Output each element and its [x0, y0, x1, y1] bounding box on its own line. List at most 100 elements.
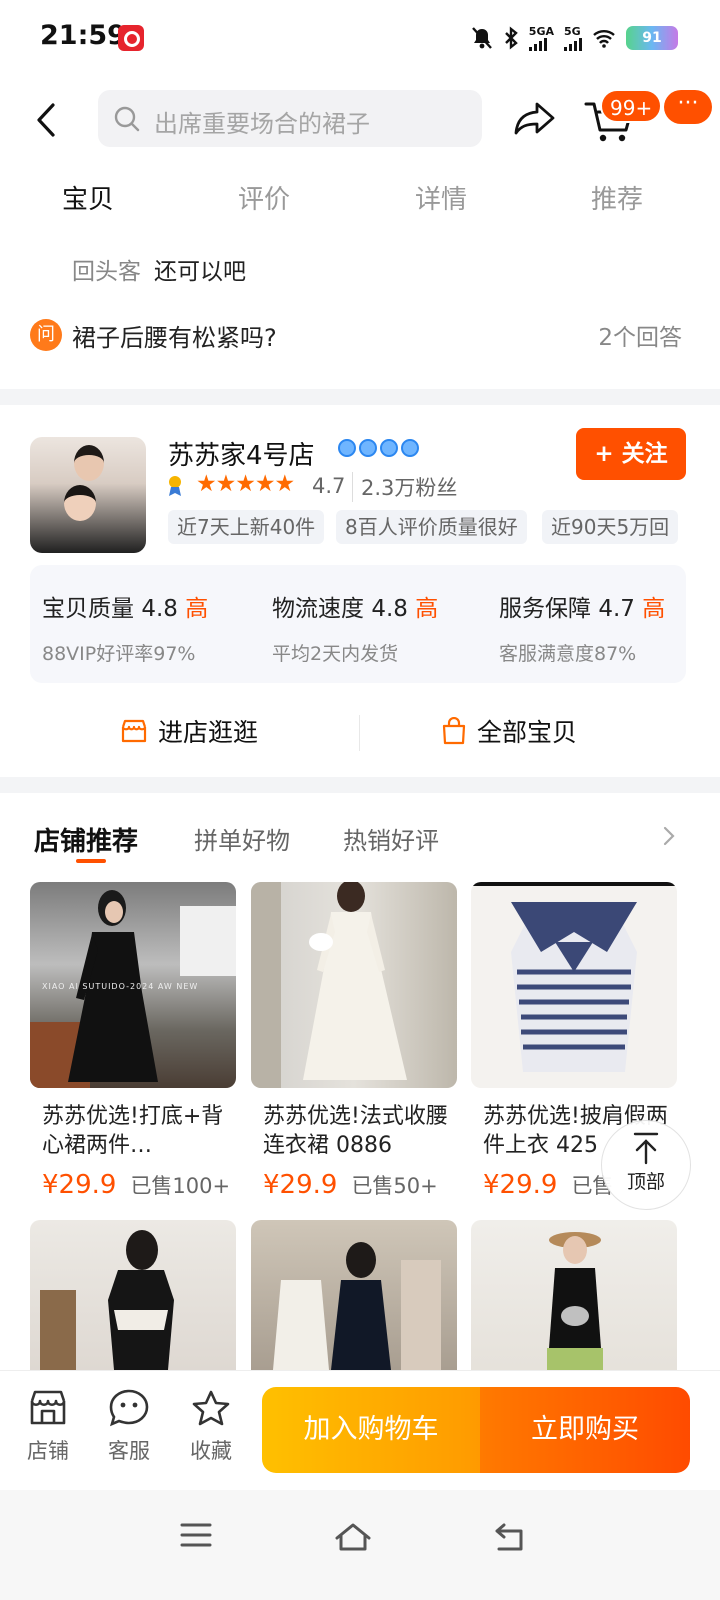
more-menu-button[interactable]: ··· — [664, 90, 712, 124]
battery-icon: 91 — [626, 26, 678, 50]
status-bar: 21:59 5GA 5G 91 — [0, 0, 720, 78]
back-to-top-button[interactable]: 顶部 — [601, 1120, 691, 1210]
product-price: ¥29.9 — [42, 1170, 117, 1200]
qa-question[interactable]: 裙子后腰有松紧吗? — [72, 318, 277, 353]
shop-score-panel: 宝贝质量 4.8 高 88VIP好评率97% 物流速度 4.8 高 平均2天内发… — [30, 565, 686, 683]
mute-icon — [471, 27, 492, 49]
product-sold: 已售50+ — [351, 1174, 438, 1198]
arrow-up-icon — [633, 1132, 659, 1165]
shop-card: 苏苏家4号店 ★★★★★ 4.7 2.3万粉丝 + 关注 近7天上新40件 8百… — [0, 405, 720, 777]
shop-name[interactable]: 苏苏家4号店 — [168, 435, 315, 472]
review-section: 回头客 还可以吧 问 裙子后腰有松紧吗? 2个回答 — [0, 231, 720, 389]
score-value: 4.8 — [141, 596, 178, 622]
signal-5g: 5G — [564, 25, 582, 51]
score-value: 4.7 — [598, 596, 635, 622]
rec-tab-group[interactable]: 拼单好物 — [194, 821, 290, 856]
rating-stars-icon: ★★★★★ — [196, 471, 295, 497]
score-level: 高 — [642, 596, 666, 622]
shopping-bag-icon — [442, 717, 466, 745]
favorite-button[interactable]: 收藏 — [181, 1389, 241, 1465]
customer-service-button[interactable]: 客服 — [99, 1389, 159, 1465]
score-level: 高 — [185, 596, 209, 622]
store-icon — [30, 1390, 66, 1425]
shop-tags: 近7天上新40件 8百人评价质量很好 近90天5万回 — [168, 510, 688, 546]
qa-answer-count[interactable]: 2个回答 — [598, 318, 682, 352]
buy-now-button[interactable]: 立即购买 — [480, 1387, 690, 1473]
score-title: 服务保障 — [499, 596, 591, 622]
status-icons: 5GA 5G 91 — [471, 23, 678, 53]
detail-tabs: 宝贝 评价 详情 推荐 — [0, 163, 720, 231]
menu-icon[interactable] — [180, 1522, 212, 1548]
enter-shop-button[interactable]: 进店逛逛 — [120, 713, 258, 749]
store-label: 店铺 — [27, 1439, 69, 1463]
crown-level-icon — [338, 439, 419, 457]
network-label-1: 5GA — [528, 25, 554, 38]
product-image: XIAO AI SUTUIDO-2024 AW NEW — [30, 882, 236, 1088]
network-label-2: 5G — [564, 25, 581, 38]
wifi-icon — [593, 30, 615, 48]
shop-avatar[interactable] — [30, 437, 146, 553]
tab-details[interactable]: 详情 — [415, 179, 467, 216]
product-title: 苏苏优选!法式收腰连衣裙 0886 — [263, 1104, 448, 1158]
score-quality: 宝贝质量 4.8 高 88VIP好评率97% — [42, 589, 208, 666]
favorite-label: 收藏 — [190, 1439, 232, 1463]
all-items-label: 全部宝贝 — [477, 718, 578, 747]
bottom-action-bar: 店铺 客服 收藏 加入购物车 立即购买 — [0, 1370, 720, 1490]
shop-tag: 近90天5万回 — [542, 510, 679, 544]
tab-item[interactable]: 宝贝 — [62, 179, 114, 216]
status-time: 21:59 — [40, 20, 126, 51]
tab-recommend[interactable]: 推荐 — [591, 179, 643, 216]
follow-button[interactable]: + 关注 — [576, 428, 686, 480]
system-navigation-bar — [0, 1490, 720, 1600]
back-to-top-label: 顶部 — [626, 1171, 665, 1193]
recommend-section: 店铺推荐 拼单好物 热销好评 XIAO AI SUTUIDO-2024 AW N… — [0, 793, 720, 1426]
signal-icon — [528, 38, 554, 51]
search-bar[interactable]: 出席重要场合的裙子 — [98, 90, 482, 147]
enter-shop-label: 进店逛逛 — [158, 718, 259, 747]
shop-actions: 进店逛逛 全部宝贝 — [0, 705, 720, 761]
store-button[interactable]: 店铺 — [18, 1389, 78, 1465]
tab-reviews[interactable]: 评价 — [238, 179, 290, 216]
score-title: 宝贝质量 — [42, 596, 134, 622]
score-sub: 平均2天内发货 — [272, 643, 399, 665]
shop-fans: 2.3万粉丝 — [352, 472, 457, 502]
score-service: 服务保障 4.7 高 客服满意度87% — [499, 589, 665, 666]
score-sub: 客服满意度87% — [499, 643, 637, 665]
search-placeholder: 出席重要场合的裙子 — [154, 110, 370, 138]
chat-face-icon — [109, 1389, 149, 1427]
rec-tab-shop[interactable]: 店铺推荐 — [34, 821, 138, 858]
review-badge: 回头客 — [72, 259, 141, 285]
product-price: ¥29.9 — [263, 1170, 338, 1200]
score-sub: 88VIP好评率97% — [42, 643, 196, 665]
add-to-cart-button[interactable]: 加入购物车 — [262, 1387, 480, 1473]
score-value: 4.8 — [371, 596, 408, 622]
shop-tag: 近7天上新40件 — [168, 510, 325, 544]
cart-count-badge: 99+ — [600, 89, 663, 123]
score-title: 物流速度 — [272, 596, 364, 622]
bluetooth-icon — [504, 26, 518, 50]
image-watermark: XIAO AI SUTUIDO-2024 AW NEW — [42, 982, 199, 991]
product-card[interactable]: 苏苏优选!法式收腰连衣裙 0886 ¥29.9 已售50+ — [251, 882, 457, 1200]
product-sold: 已售100+ — [130, 1174, 231, 1198]
rec-tab-hot[interactable]: 热销好评 — [343, 821, 439, 856]
back-arrow-icon[interactable] — [36, 102, 56, 138]
back-icon[interactable] — [494, 1522, 526, 1552]
all-items-button[interactable]: 全部宝贝 — [441, 713, 577, 749]
home-icon[interactable] — [334, 1522, 372, 1552]
service-label: 客服 — [108, 1439, 150, 1463]
search-icon — [114, 106, 140, 132]
app-notification-icon — [118, 25, 144, 51]
share-icon[interactable] — [513, 98, 557, 138]
product-title: 苏苏优选!打底+背心裙两件… — [42, 1104, 224, 1158]
product-card[interactable]: XIAO AI SUTUIDO-2024 AW NEW 苏苏优选!打底+背心裙两… — [30, 882, 236, 1200]
review-text[interactable]: 还可以吧 — [154, 252, 246, 286]
product-image — [251, 882, 457, 1088]
product-image — [471, 882, 677, 1088]
storefront-icon — [121, 719, 147, 743]
signal-icon — [564, 38, 582, 51]
star-icon — [192, 1390, 230, 1426]
signal-5ga: 5GA — [528, 25, 554, 51]
question-icon: 问 — [30, 319, 62, 351]
divider — [359, 715, 360, 751]
chevron-right-icon[interactable] — [662, 825, 676, 847]
